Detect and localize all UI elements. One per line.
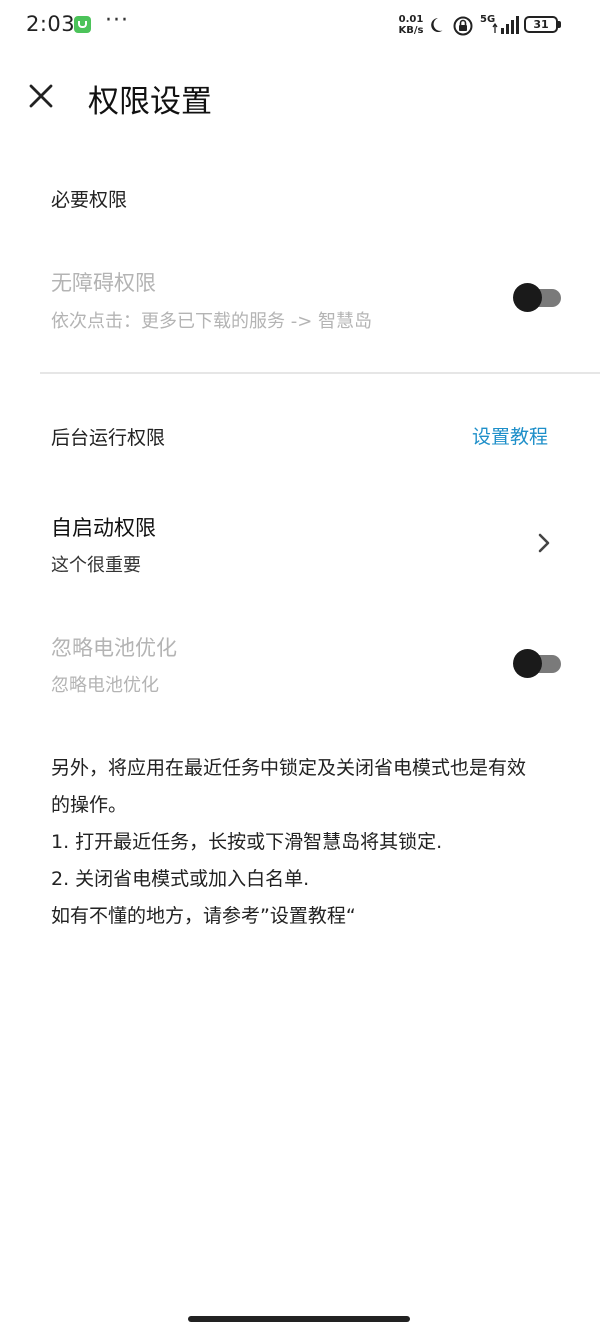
status-time: 2:03 bbox=[26, 12, 76, 36]
note-line: 另外，将应用在最近任务中锁定及关闭省电模式也是有效 bbox=[51, 757, 527, 779]
section-header-background: 后台运行权限 bbox=[51, 427, 166, 449]
signal-strength-icon bbox=[492, 16, 519, 34]
autostart-permission-title: 自启动权限 bbox=[51, 516, 156, 540]
autostart-permission-row[interactable]: 自启动权限 这个很重要 bbox=[0, 500, 600, 590]
accessibility-permission-title: 无障碍权限 bbox=[51, 271, 156, 295]
help-note: 另外，将应用在最近任务中锁定及关闭省电模式也是有效 的操作。 1. 打开最近任务… bbox=[51, 750, 591, 935]
autostart-permission-subtitle: 这个很重要 bbox=[51, 555, 141, 576]
battery-optimization-toggle[interactable] bbox=[513, 649, 561, 678]
note-line: 如有不懂的地方，请参考”设置教程“ bbox=[51, 905, 356, 927]
battery-optimization-subtitle: 忽略电池优化 bbox=[51, 675, 159, 696]
more-notifications-icon: ··· bbox=[105, 8, 129, 33]
battery-optimization-row[interactable]: 忽略电池优化 忽略电池优化 bbox=[0, 620, 600, 710]
accessibility-permission-subtitle: 依次点击：更多已下载的服务 -> 智慧岛 bbox=[51, 311, 373, 332]
home-indicator[interactable] bbox=[188, 1316, 410, 1322]
page-title: 权限设置 bbox=[88, 84, 212, 120]
chevron-right-icon bbox=[538, 533, 550, 553]
accessibility-toggle[interactable] bbox=[513, 283, 561, 312]
section-header-required: 必要权限 bbox=[51, 189, 128, 211]
network-speed: 0.01 KB/s bbox=[396, 14, 426, 36]
app-notification-icon bbox=[74, 16, 91, 33]
rotation-lock-icon bbox=[453, 16, 473, 36]
accessibility-permission-row[interactable]: 无障碍权限 依次点击：更多已下载的服务 -> 智慧岛 bbox=[0, 255, 600, 347]
battery-cap bbox=[558, 21, 561, 28]
do-not-disturb-moon-icon bbox=[431, 18, 443, 32]
close-icon[interactable] bbox=[29, 84, 53, 108]
network-speed-unit: KB/s bbox=[398, 25, 424, 36]
battery-indicator: 31 bbox=[524, 16, 558, 33]
settings-tutorial-link[interactable]: 设置教程 bbox=[472, 422, 548, 449]
toggle-thumb bbox=[513, 283, 542, 312]
network-speed-value: 0.01 bbox=[398, 14, 424, 25]
note-line: 的操作。 bbox=[51, 794, 128, 816]
battery-optimization-title: 忽略电池优化 bbox=[51, 636, 177, 660]
section-divider bbox=[40, 372, 600, 374]
toggle-thumb bbox=[513, 649, 542, 678]
note-line: 2. 关闭省电模式或加入白名单. bbox=[51, 868, 310, 890]
note-line: 1. 打开最近任务，长按或下滑智慧岛将其锁定. bbox=[51, 831, 443, 853]
